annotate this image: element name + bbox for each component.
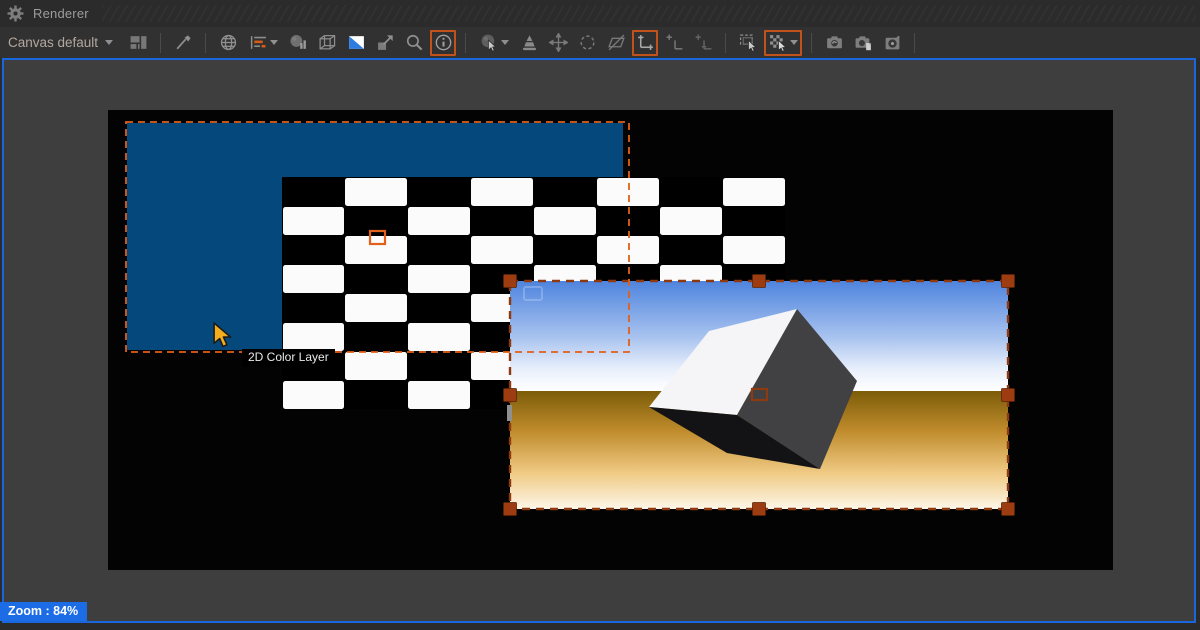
toolbar-separator xyxy=(465,32,467,53)
titlebar-hatch xyxy=(101,5,1196,22)
toolbar-separator xyxy=(914,32,916,53)
canvas-selector-dropdown[interactable]: Canvas default xyxy=(8,35,114,50)
marquee-cursor-icon xyxy=(739,34,757,52)
chevron-down-icon xyxy=(789,40,798,45)
image-layer-anchor[interactable] xyxy=(750,387,769,402)
cone-button[interactable] xyxy=(516,30,542,56)
info-icon xyxy=(435,34,451,51)
layer-tooltip: 2D Color Layer xyxy=(242,349,335,367)
transform-handle[interactable] xyxy=(1001,388,1015,402)
render-scene: 2D Color Layer xyxy=(108,110,1113,570)
overlay-list-icon xyxy=(250,36,266,49)
axis-corner-icon xyxy=(637,35,653,50)
toolbar-separator xyxy=(725,32,727,53)
chevron-down-icon xyxy=(500,40,509,45)
axis-add-alt-icon xyxy=(695,34,711,50)
transform-handle[interactable] xyxy=(503,388,517,402)
move-icon xyxy=(548,33,568,52)
cone-icon xyxy=(522,35,536,51)
toolbar: Canvas default xyxy=(0,27,1200,58)
selection-overlay xyxy=(125,121,1015,516)
info-button[interactable] xyxy=(430,29,457,56)
camera-button[interactable] xyxy=(821,30,847,56)
transform-handle[interactable] xyxy=(1001,502,1015,516)
rotate-icon xyxy=(579,35,595,50)
blend-square-icon xyxy=(348,36,364,49)
resize-square-button[interactable] xyxy=(372,30,398,56)
globe-icon xyxy=(220,34,236,51)
transform-handle[interactable] xyxy=(503,274,517,288)
titlebar: Renderer xyxy=(0,0,1200,27)
axis-add-alt-button[interactable] xyxy=(690,30,716,56)
chevron-down-icon xyxy=(269,40,278,45)
mouse-cursor-icon xyxy=(213,322,232,348)
globe-button[interactable] xyxy=(215,30,241,56)
camera-target-icon xyxy=(885,35,900,50)
gear-icon xyxy=(7,5,24,22)
move-button[interactable] xyxy=(545,30,571,56)
zoom-badge: Zoom : 84% xyxy=(0,602,88,621)
checker-cursor-button[interactable] xyxy=(764,29,803,56)
axis-corner-button[interactable] xyxy=(632,29,659,56)
camera-target-button[interactable] xyxy=(879,30,905,56)
picker-sphere-button[interactable] xyxy=(475,30,513,56)
skew-icon xyxy=(607,34,625,51)
transform-handle[interactable] xyxy=(1001,274,1015,288)
transform-handle[interactable] xyxy=(752,502,766,516)
color-layer-selection-box xyxy=(125,121,630,353)
eyedropper-button[interactable] xyxy=(170,30,196,56)
magnifier-button[interactable] xyxy=(401,30,427,56)
axis-add-button[interactable] xyxy=(661,30,687,56)
toolbar-separator xyxy=(205,32,207,53)
color-layer-anchor[interactable] xyxy=(368,229,387,246)
image-layer-selection-box xyxy=(508,279,1010,511)
camera-icon xyxy=(826,36,842,49)
cube-wireframe-icon xyxy=(319,35,335,50)
overlay-list-button[interactable] xyxy=(244,30,282,56)
resize-square-icon xyxy=(377,35,393,50)
marquee-cursor-button[interactable] xyxy=(735,30,761,56)
cube-wireframe-button[interactable] xyxy=(314,30,340,56)
panel-title: Renderer xyxy=(33,6,89,21)
canvas-viewport[interactable]: 2D Color Layer xyxy=(2,58,1196,623)
camera-copy-icon xyxy=(855,36,871,51)
blend-square-button[interactable] xyxy=(343,30,369,56)
camera-copy-button[interactable] xyxy=(850,30,876,56)
rotate-button[interactable] xyxy=(574,30,600,56)
sphere-stats-button[interactable] xyxy=(285,30,311,56)
skew-button[interactable] xyxy=(603,30,629,56)
transform-handle[interactable] xyxy=(503,502,517,516)
layout-panels-icon xyxy=(130,36,146,49)
rotate-handle-tick[interactable] xyxy=(507,405,512,421)
toolbar-separator xyxy=(811,32,813,53)
layout-panels-button[interactable] xyxy=(125,30,151,56)
picker-sphere-icon xyxy=(481,34,497,52)
pivot-ghost-outline xyxy=(523,286,543,301)
magnifier-icon xyxy=(406,34,422,51)
toolbar-separator xyxy=(160,32,162,53)
sphere-stats-icon xyxy=(290,35,306,49)
eyedropper-icon xyxy=(176,35,191,50)
renderer-window: Renderer Canvas default 2D Color Layer Z… xyxy=(0,0,1200,630)
checker-cursor-icon xyxy=(769,35,787,52)
transform-handle[interactable] xyxy=(752,274,766,288)
canvas-selector-label: Canvas default xyxy=(8,35,99,50)
axis-add-icon xyxy=(666,34,682,50)
chevron-down-icon xyxy=(105,40,114,45)
